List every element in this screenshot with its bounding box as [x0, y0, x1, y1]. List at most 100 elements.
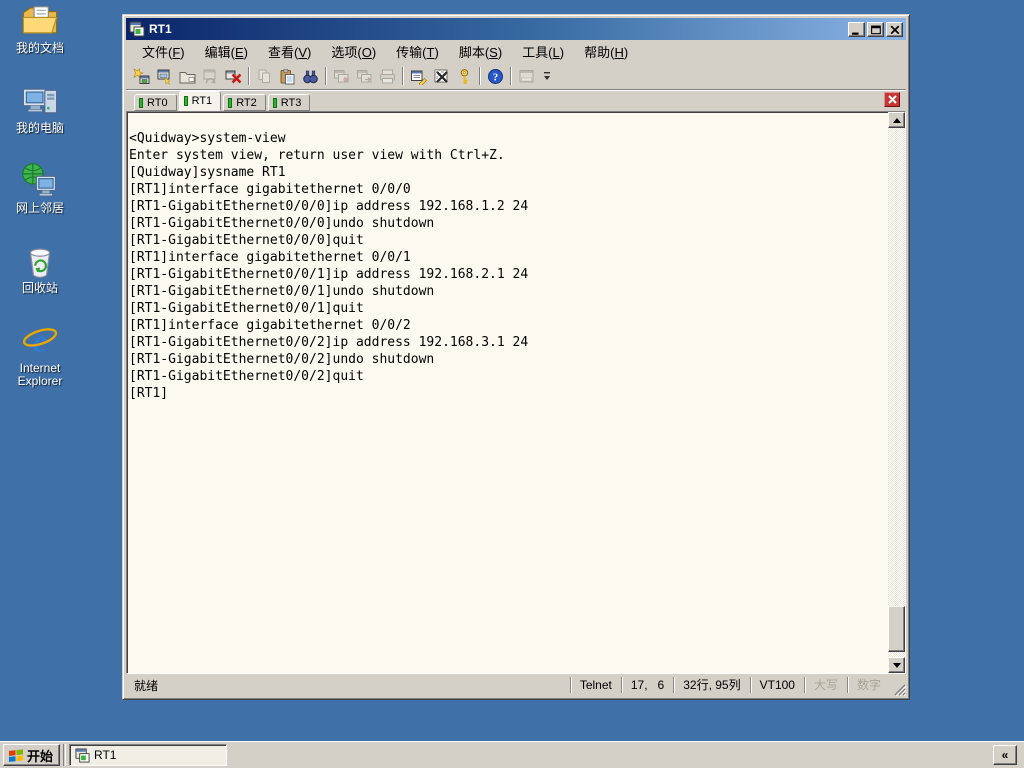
scrollbar-thumb[interactable] — [888, 606, 905, 652]
desktop: { "colors": { "desktop_background": "#3F… — [0, 0, 1024, 768]
window-title: RT1 — [149, 22, 172, 36]
find-button[interactable] — [299, 65, 322, 87]
maximize-button[interactable] — [867, 21, 884, 37]
menu-item-t[interactable]: 传输(T) — [386, 40, 449, 63]
quick-connect-button[interactable] — [130, 65, 153, 87]
menu-item-s[interactable]: 脚本(S) — [449, 40, 512, 63]
toolbar-separator — [325, 67, 327, 85]
terminal-window-icon — [129, 21, 145, 37]
command-window-button — [515, 65, 538, 87]
connect-in-tab-button[interactable] — [176, 65, 199, 87]
help-button[interactable]: ? — [484, 65, 507, 87]
status-panel-3: VT100 — [749, 677, 804, 693]
status-panel-2: 32行, 95列 — [673, 677, 749, 693]
recycle-bin-icon — [21, 242, 59, 280]
toolbar: ? — [126, 63, 906, 90]
minimize-button[interactable] — [848, 21, 865, 37]
desktop-icon-label: 回收站 — [21, 281, 58, 295]
global-options-icon — [433, 68, 450, 85]
global-options-button[interactable] — [430, 65, 453, 87]
resize-grip[interactable] — [890, 680, 907, 697]
tab-strip: RT0 RT1 RT2 RT3 — [126, 90, 906, 111]
menu-bar: 文件(F) 编辑(E) 查看(V) 选项(O) 传输(T) 脚本(S) 工具(L) 帮助(H) — [126, 40, 906, 63]
taskbar: 开始 RT1 « — [0, 741, 1024, 768]
paste-icon — [279, 68, 296, 85]
task-buttons: RT1 — [69, 744, 228, 766]
keymap-icon — [456, 68, 473, 85]
previous-session-button — [330, 65, 353, 87]
menu-item-l[interactable]: 工具(L) — [512, 40, 574, 63]
next-session-button — [353, 65, 376, 87]
scroll-up-button[interactable] — [888, 112, 905, 128]
desktop-icon-label: Internet Explorer — [17, 361, 63, 388]
close-tab-button[interactable] — [884, 92, 900, 107]
start-button[interactable]: 开始 — [3, 744, 61, 766]
toolbar-separator — [479, 67, 481, 85]
toolbar-separator — [510, 67, 512, 85]
desktop-icon-label: 我的电脑 — [15, 121, 64, 135]
menu-item-o[interactable]: 选项(O) — [321, 40, 386, 63]
desktop-icon-my-documents[interactable]: 我的文档 — [4, 2, 76, 82]
start-label: 开始 — [27, 748, 54, 764]
session-tab-icon — [333, 68, 350, 85]
desktop-icon-my-computer[interactable]: 我的电脑 — [4, 82, 76, 162]
status-panel-5: 数字 — [846, 677, 890, 693]
desktop-icon-list: 我的文档我的电脑网上邻居回收站 e Internet Explorer — [4, 2, 76, 402]
title-bar[interactable]: RT1 — [126, 18, 906, 40]
svg-text:?: ? — [493, 72, 498, 83]
paste-button[interactable] — [276, 65, 299, 87]
menu-item-v[interactable]: 查看(V) — [258, 40, 321, 63]
windows-logo-icon — [9, 749, 23, 762]
menu-item-e[interactable]: 编辑(E) — [195, 40, 258, 63]
desktop-icon-recycle-bin[interactable]: 回收站 — [4, 242, 76, 322]
status-panel-0: Telnet — [569, 677, 621, 693]
toolbar-separator — [402, 67, 404, 85]
session-options-button[interactable] — [407, 65, 430, 87]
app-window: RT1 文件(F) 编辑(E) 查看(V) 选项(O) 传输(T) 脚本(S) 工具(L) 帮… — [122, 14, 910, 700]
close-button[interactable] — [886, 21, 903, 37]
quick-connect-icon — [133, 67, 150, 85]
desktop-icon-network-places[interactable]: 网上邻居 — [4, 162, 76, 242]
disconnect-button[interactable] — [222, 65, 245, 87]
session-options-icon — [410, 68, 427, 85]
internet-explorer-icon: e — [21, 322, 59, 360]
tab-rt1[interactable]: RT1 — [178, 91, 222, 111]
connect-button[interactable] — [153, 65, 176, 87]
desktop-icon-internet-explorer[interactable]: e Internet Explorer — [4, 322, 76, 402]
help-icon: ? — [487, 68, 504, 85]
print-icon — [379, 68, 396, 85]
scroll-down-button[interactable] — [888, 657, 905, 673]
taskbar-task-rt1[interactable]: RT1 — [69, 744, 228, 766]
disconnect-icon — [225, 68, 242, 85]
taskbar-divider — [63, 744, 67, 766]
command-window-icon — [518, 68, 535, 85]
tab-rt2[interactable]: RT2 — [223, 94, 266, 111]
reconnect-icon — [202, 68, 219, 85]
status-panel-4: 大写 — [803, 677, 847, 693]
tab-rt0[interactable]: RT0 — [134, 94, 177, 111]
network-places-icon — [21, 162, 59, 200]
tab-status-indicator — [139, 97, 143, 108]
svg-text:e: e — [33, 323, 47, 359]
vertical-scrollbar[interactable] — [888, 112, 905, 673]
tab-label: RT0 — [147, 96, 168, 109]
tab-rt3[interactable]: RT3 — [267, 94, 311, 111]
status-panels: Telnet 17, 6 32行, 95列 VT100 大写 数字 — [569, 674, 890, 696]
menu-item-h[interactable]: 帮助(H) — [574, 40, 638, 63]
my-documents-icon — [21, 2, 59, 40]
desktop-icon-label: 网上邻居 — [15, 201, 64, 215]
toolbar-separator — [248, 67, 250, 85]
keymap-button[interactable] — [453, 65, 476, 87]
connect-in-tab-icon — [179, 68, 196, 85]
tab-label: RT3 — [280, 96, 302, 109]
status-ready-text: 就绪 — [134, 678, 159, 693]
tab-status-indicator — [228, 97, 233, 108]
tray-overflow-button[interactable]: « — [993, 745, 1017, 765]
terminal-window-icon — [75, 747, 90, 763]
toolbar-overflow-button[interactable] — [540, 65, 553, 87]
menu-item-f[interactable]: 文件(F) — [132, 40, 195, 63]
tab-label: RT2 — [236, 96, 257, 109]
status-bar: 就绪 Telnet 17, 6 32行, 95列 VT100 大写 数字 — [126, 674, 907, 697]
terminal-output[interactable]: <Quidway>system-view Enter system view, … — [129, 113, 886, 673]
tab-status-indicator — [272, 97, 277, 108]
